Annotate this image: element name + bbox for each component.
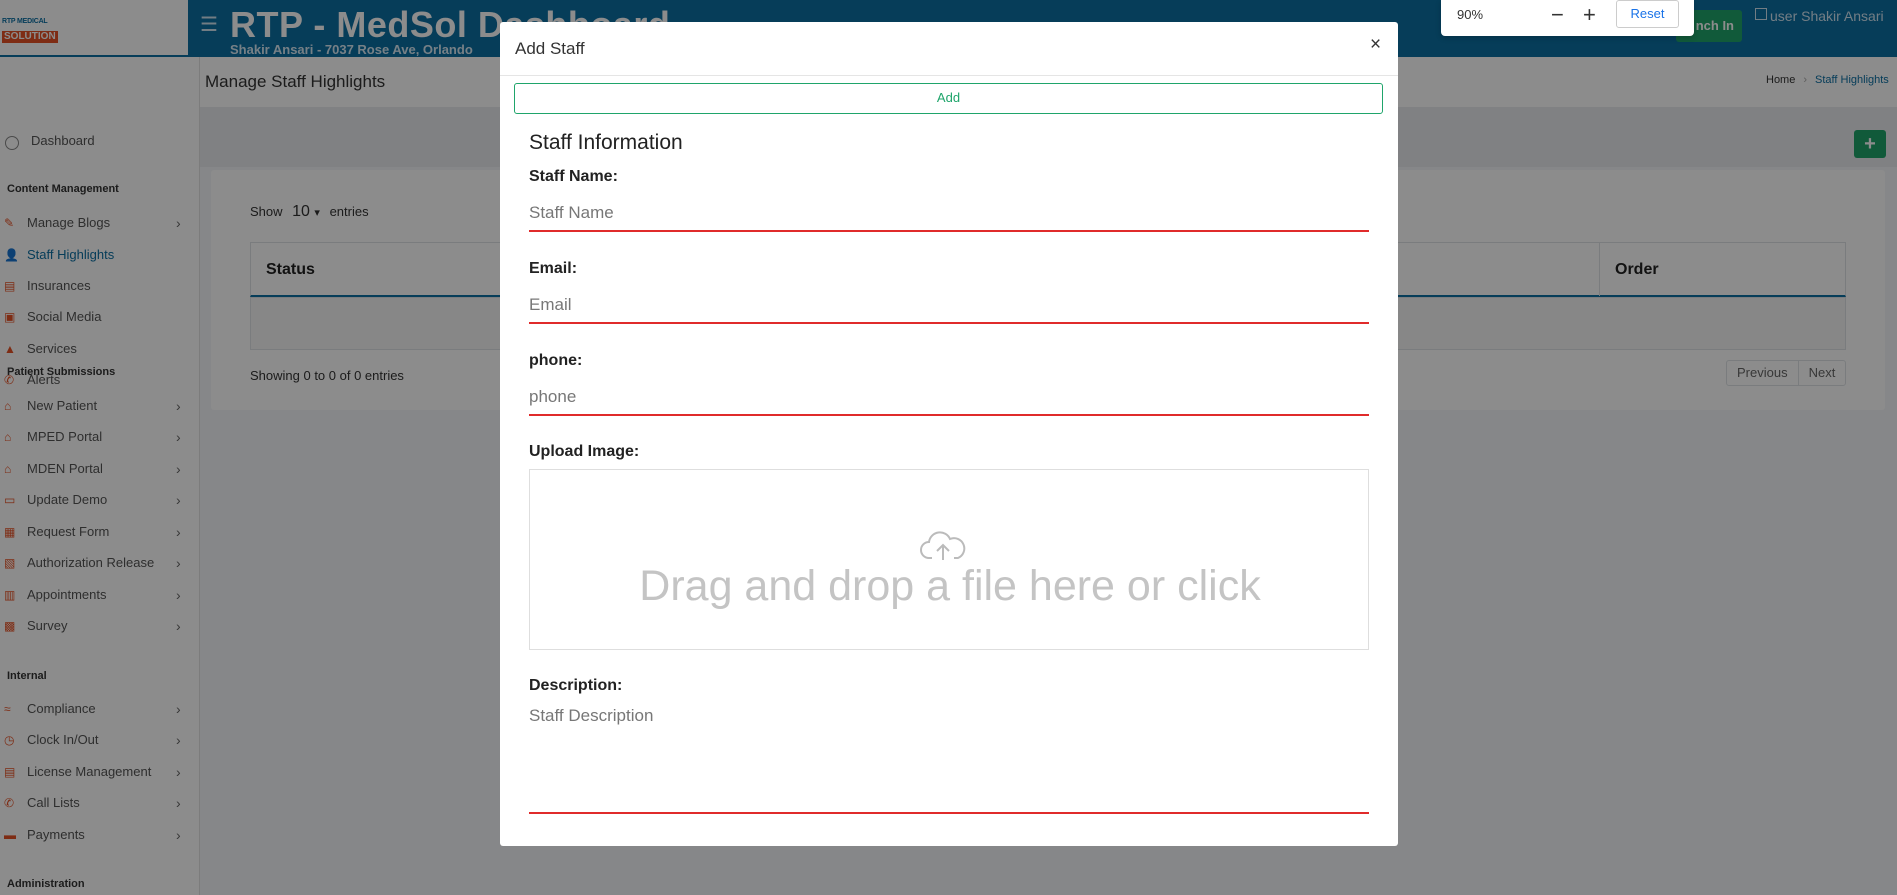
close-icon[interactable]: × xyxy=(1370,34,1381,56)
zoom-level: 90% xyxy=(1457,7,1484,22)
modal-header: Add Staff × xyxy=(500,22,1398,76)
description-textarea[interactable] xyxy=(529,706,1369,814)
image-dropzone[interactable]: Drag and drop a file here or click xyxy=(529,469,1369,650)
browser-zoom-popup: 90% − + Reset xyxy=(1441,0,1694,36)
staff-name-input[interactable] xyxy=(529,196,1369,232)
section-title: Staff Information xyxy=(529,131,683,154)
staff-name-label: Staff Name: xyxy=(529,168,618,185)
phone-field[interactable] xyxy=(529,380,1369,416)
cloud-upload-icon xyxy=(920,531,966,560)
description-label: Description: xyxy=(529,677,623,694)
phone-label: phone: xyxy=(529,352,583,369)
zoom-in-icon[interactable]: + xyxy=(1583,2,1596,28)
add-staff-modal: Add Staff × Add Staff Information Staff … xyxy=(500,22,1398,846)
add-button[interactable]: Add xyxy=(514,83,1383,114)
zoom-out-icon[interactable]: − xyxy=(1551,2,1564,28)
email-field[interactable] xyxy=(529,288,1369,324)
modal-title: Add Staff xyxy=(515,39,585,58)
zoom-reset-button[interactable]: Reset xyxy=(1616,0,1679,28)
email-label: Email: xyxy=(529,260,578,277)
upload-image-label: Upload Image: xyxy=(529,443,640,460)
dropzone-text: Drag and drop a file here or click xyxy=(639,562,1261,610)
